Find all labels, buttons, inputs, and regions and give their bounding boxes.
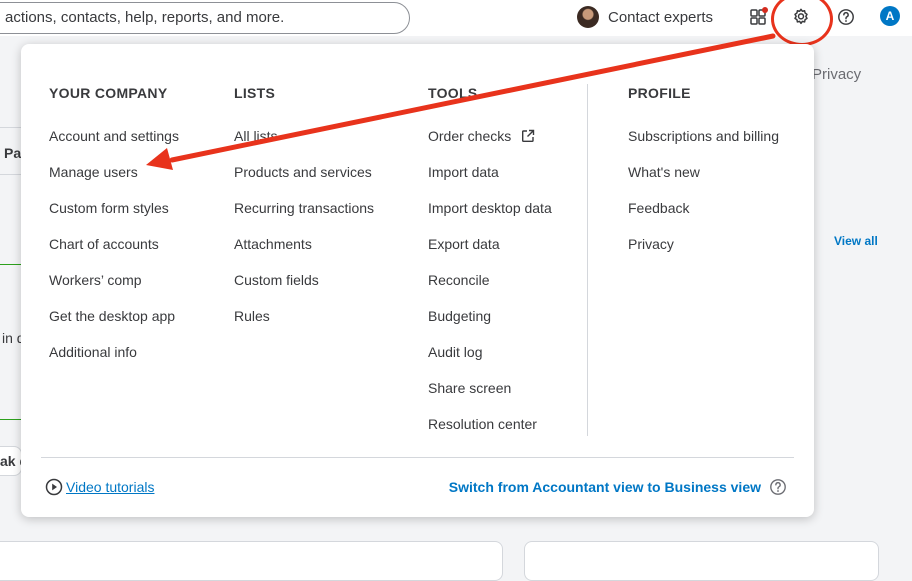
- menu-item-chart-of-accounts[interactable]: Chart of accounts: [49, 226, 179, 262]
- contact-experts-label: Contact experts: [608, 8, 714, 26]
- background-text-fragment: Pa: [4, 145, 22, 161]
- menu-item-attachments[interactable]: Attachments: [234, 226, 374, 262]
- top-bar: actions, contacts, help, reports, and mo…: [0, 0, 912, 36]
- background-divider: [0, 174, 22, 175]
- help-icon: [770, 479, 786, 495]
- your-company-column: YOUR COMPANY Account and settings Manage…: [49, 85, 179, 370]
- gear-icon: [794, 8, 808, 25]
- tools-heading: TOOLS: [428, 85, 478, 101]
- background-green-line: [0, 419, 22, 420]
- apps-button[interactable]: [746, 5, 770, 29]
- profile-heading: PROFILE: [628, 85, 691, 101]
- help-button[interactable]: [834, 5, 858, 29]
- menu-item-import-data[interactable]: Import data: [428, 154, 552, 190]
- menu-item-import-desktop-data[interactable]: Import desktop data: [428, 190, 552, 226]
- menu-item-feedback[interactable]: Feedback: [628, 190, 779, 226]
- settings-dropdown-panel: YOUR COMPANY Account and settings Manage…: [21, 44, 814, 517]
- menu-item-export-data[interactable]: Export data: [428, 226, 552, 262]
- background-green-line: [0, 264, 22, 265]
- your-company-heading: YOUR COMPANY: [49, 85, 168, 101]
- background-card: [524, 541, 879, 581]
- lists-heading: LISTS: [234, 85, 276, 101]
- background-divider: [0, 127, 22, 128]
- menu-item-manage-users[interactable]: Manage users: [49, 154, 179, 190]
- search-input[interactable]: actions, contacts, help, reports, and mo…: [0, 2, 410, 34]
- help-icon: [838, 9, 854, 25]
- switch-view-link[interactable]: Switch from Accountant view to Business …: [449, 478, 787, 496]
- menu-item-additional-info[interactable]: Additional info: [49, 334, 179, 370]
- menu-item-privacy[interactable]: Privacy: [628, 226, 779, 262]
- footer-divider: [41, 457, 794, 458]
- menu-item-get-desktop-app[interactable]: Get the desktop app: [49, 298, 179, 334]
- video-tutorials-link[interactable]: Video tutorials: [45, 478, 154, 496]
- menu-item-rules[interactable]: Rules: [234, 298, 374, 334]
- menu-item-resolution-center[interactable]: Resolution center: [428, 406, 552, 442]
- menu-item-audit-log[interactable]: Audit log: [428, 334, 552, 370]
- expert-avatar: [577, 6, 599, 28]
- menu-item-account-and-settings[interactable]: Account and settings: [49, 118, 179, 154]
- lists-column: LISTS All lists Products and services Re…: [234, 85, 374, 334]
- menu-item-share-screen[interactable]: Share screen: [428, 370, 552, 406]
- tools-column: TOOLS Order checks Import data Import de…: [428, 85, 552, 442]
- column-divider: [587, 84, 588, 436]
- menu-item-custom-fields[interactable]: Custom fields: [234, 262, 374, 298]
- menu-item-all-lists[interactable]: All lists: [234, 118, 374, 154]
- background-card: [0, 541, 503, 581]
- menu-item-budgeting[interactable]: Budgeting: [428, 298, 552, 334]
- settings-button[interactable]: [789, 5, 813, 29]
- video-tutorials-label: Video tutorials: [66, 479, 155, 495]
- menu-item-custom-form-styles[interactable]: Custom form styles: [49, 190, 179, 226]
- menu-item-reconcile[interactable]: Reconcile: [428, 262, 552, 298]
- external-link-icon: [521, 129, 535, 143]
- menu-item-order-checks[interactable]: Order checks: [428, 118, 552, 154]
- background-view-all-link[interactable]: View all: [834, 234, 878, 248]
- profile-column: PROFILE Subscriptions and billing What's…: [628, 85, 779, 262]
- contact-experts-button[interactable]: Contact experts: [577, 4, 713, 30]
- user-avatar[interactable]: A: [880, 6, 900, 26]
- switch-view-label: Switch from Accountant view to Business …: [448, 479, 761, 495]
- menu-item-workers-comp[interactable]: Workers’ comp: [49, 262, 179, 298]
- notification-dot: [762, 7, 768, 13]
- menu-item-subscriptions-and-billing[interactable]: Subscriptions and billing: [628, 118, 779, 154]
- play-circle-icon: [45, 478, 63, 496]
- order-checks-label: Order checks: [428, 128, 512, 144]
- menu-item-recurring-transactions[interactable]: Recurring transactions: [234, 190, 374, 226]
- menu-item-products-and-services[interactable]: Products and services: [234, 154, 374, 190]
- menu-item-whats-new[interactable]: What's new: [628, 154, 779, 190]
- background-privacy-link[interactable]: Privacy: [812, 66, 861, 83]
